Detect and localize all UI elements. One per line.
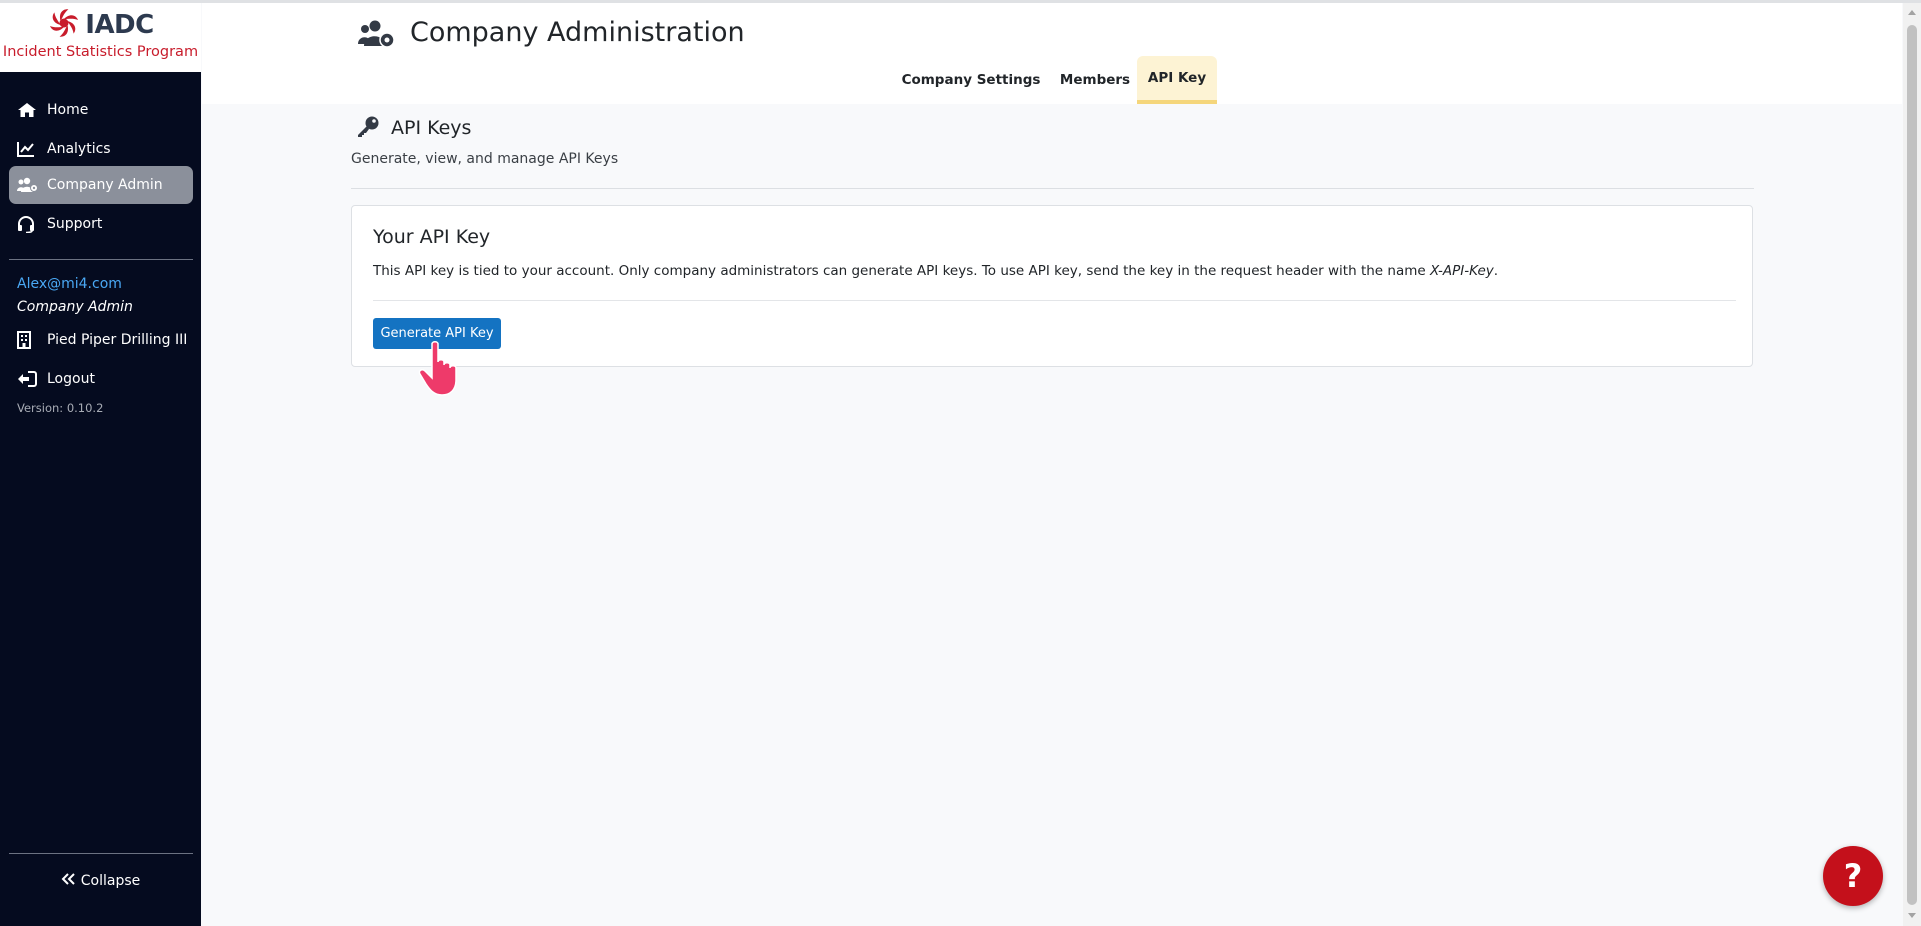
api-key-card: Your API Key This API key is tied to you… xyxy=(351,205,1753,367)
tab-label: Members xyxy=(1059,72,1131,88)
users-cog-icon xyxy=(358,18,396,54)
collapse-label: Collapse xyxy=(80,873,141,889)
tab-label: API Key xyxy=(1147,70,1207,86)
page-scrollbar[interactable] xyxy=(1903,3,1921,926)
tab-company-settings[interactable]: Company Settings xyxy=(892,56,1050,104)
tab-api-key[interactable]: API Key xyxy=(1137,56,1217,104)
card-divider xyxy=(373,300,1736,301)
users-cog-icon xyxy=(17,176,39,194)
scroll-up-arrow-icon[interactable] xyxy=(1908,10,1916,15)
sidebar-item-label: Company Admin xyxy=(47,177,163,193)
sidebar-item-home[interactable]: Home xyxy=(9,91,193,129)
page-header: Company Administration Company Settings … xyxy=(202,3,1902,104)
iadc-emblem-icon xyxy=(47,7,81,43)
header-name: X-API-Key xyxy=(1429,263,1494,279)
description-text: This API key is tied to your account. On… xyxy=(373,263,1430,279)
tab-members[interactable]: Members xyxy=(1051,56,1139,104)
sidebar-item-support[interactable]: Support xyxy=(9,205,193,243)
scroll-down-arrow-icon[interactable] xyxy=(1908,913,1916,918)
key-icon xyxy=(356,116,380,142)
chart-line-icon xyxy=(17,140,39,158)
hand-pointer-cursor-icon xyxy=(418,340,472,400)
scrollbar-thumb[interactable] xyxy=(1907,25,1917,905)
help-button[interactable]: ? xyxy=(1823,846,1883,906)
building-icon xyxy=(17,331,39,349)
page-title: Company Administration xyxy=(410,17,745,48)
sidebar: IADC Incident Statistics Program Home An… xyxy=(0,3,201,926)
home-icon xyxy=(17,101,39,119)
brand-logo[interactable]: IADC Incident Statistics Program xyxy=(0,3,201,72)
tab-label: Company Settings xyxy=(901,72,1041,88)
sidebar-item-analytics[interactable]: Analytics xyxy=(9,130,193,168)
card-title: Your API Key xyxy=(373,226,491,248)
version-label: Version: 0.10.2 xyxy=(17,401,104,415)
section-title: API Keys xyxy=(391,117,472,139)
logout-label: Logout xyxy=(47,371,95,387)
collapse-sidebar-button[interactable]: Collapse xyxy=(0,873,201,889)
sidebar-item-label: Analytics xyxy=(47,141,111,157)
description-end: . xyxy=(1493,263,1499,279)
program-subtitle: Incident Statistics Program xyxy=(2,44,199,60)
company-switcher[interactable]: Pied Piper Drilling III xyxy=(9,321,193,359)
sidebar-divider xyxy=(9,259,193,260)
headset-icon xyxy=(17,215,39,233)
card-description: This API key is tied to your account. On… xyxy=(373,263,1498,279)
user-role: Company Admin xyxy=(17,299,133,315)
section-subtitle: Generate, view, and manage API Keys xyxy=(351,151,619,167)
double-chevron-left-icon xyxy=(61,873,75,889)
sidebar-divider xyxy=(9,853,193,854)
sidebar-item-label: Home xyxy=(47,102,89,118)
section-divider xyxy=(351,188,1754,189)
user-email[interactable]: Alex@mi4.com xyxy=(17,276,122,292)
logo-text: IADC xyxy=(85,10,154,40)
logout-button[interactable]: Logout xyxy=(9,360,193,398)
sign-out-icon xyxy=(17,370,39,388)
sidebar-item-company-admin[interactable]: Company Admin xyxy=(9,166,193,204)
company-name: Pied Piper Drilling III xyxy=(47,332,188,348)
sidebar-item-label: Support xyxy=(47,216,103,232)
